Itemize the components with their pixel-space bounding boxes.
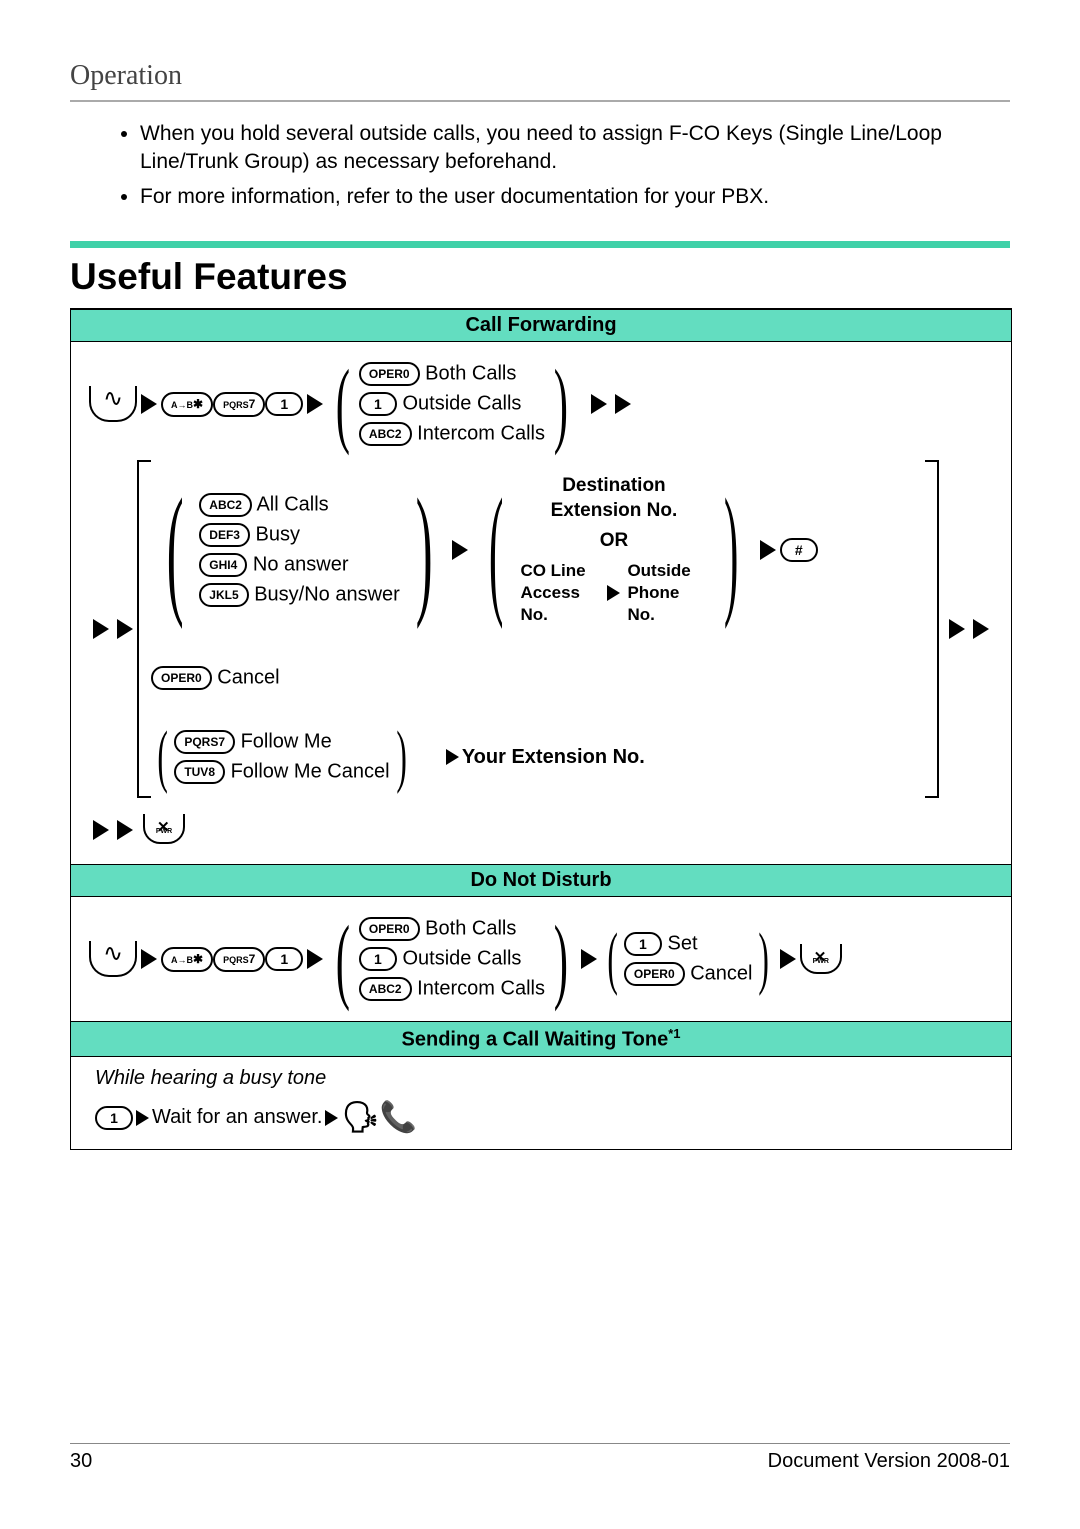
destination-block: Destination Extension No. OR CO LineAcce… (520, 474, 707, 626)
key-1: 1 (265, 392, 303, 416)
brace-right-icon: ) (554, 368, 568, 439)
arrow-icon (141, 949, 157, 969)
key-0: OPER0 (151, 666, 212, 690)
arrow-icon (780, 949, 796, 969)
key-0: OPER0 (359, 917, 420, 941)
arrow-icon (141, 394, 157, 414)
brace-left-icon: ( (336, 368, 350, 439)
cwt-body: While hearing a busy tone 1 Wait for an … (71, 1057, 1011, 1149)
power-icon: PWR (800, 944, 842, 974)
arrow-icon (973, 619, 989, 639)
arrow-icon (607, 585, 620, 601)
intro-list: When you hold several outside calls, you… (100, 120, 1010, 211)
arrow-icon (325, 1110, 338, 1126)
arrow-icon (307, 949, 323, 969)
key-5: JKL5 (199, 583, 248, 607)
call-forwarding-header: Call Forwarding (71, 309, 1011, 342)
brace-left-icon: ( (336, 924, 350, 995)
section-divider (70, 241, 1010, 248)
opt-label: Follow Me Cancel (231, 761, 390, 783)
arrow-icon (760, 540, 776, 560)
brace-right-icon: ) (759, 933, 769, 986)
opt-label: Outside Calls (402, 392, 521, 414)
arrow-icon (117, 619, 133, 639)
key-hash: # (780, 538, 818, 562)
brace-left-icon: ( (167, 492, 184, 608)
brace-right-icon: ) (416, 492, 433, 608)
your-extension-label: Your Extension No. (462, 746, 645, 769)
arrow-icon (581, 949, 597, 969)
arrow-icon (591, 394, 607, 414)
arrow-icon (136, 1110, 149, 1126)
cwt-condition: While hearing a busy tone (95, 1067, 993, 1090)
brace-left-icon: ( (607, 933, 617, 986)
footnote-ref: *1 (668, 1026, 680, 1041)
arrow-icon (446, 749, 459, 765)
dnd-body: A→B✱PQRS71 ( OPER0 Both Calls 1 Outside … (71, 897, 1011, 1021)
opt-label: Both Calls (425, 918, 516, 940)
key-2: ABC2 (359, 977, 412, 1001)
features-table: Call Forwarding A→B✱PQRS71 ( OPER0 Both … (70, 308, 1012, 1150)
opt-label: All Calls (256, 493, 328, 515)
arrow-icon (117, 820, 133, 840)
opt-label: Intercom Calls (417, 978, 545, 1000)
key-star: A→B✱ (161, 392, 213, 417)
right-bracket-icon (925, 460, 939, 798)
intro-bullet: For more information, refer to the user … (140, 183, 1010, 211)
dnd-header: Do Not Disturb (71, 864, 1011, 897)
arrow-icon (615, 394, 631, 414)
page-footer: 30 Document Version 2008-01 (70, 1443, 1010, 1473)
brace-right-icon: ) (554, 924, 568, 995)
useful-features-heading: Useful Features (70, 256, 1010, 298)
key-0: OPER0 (624, 962, 685, 986)
key-3: DEF3 (199, 523, 250, 547)
page-header: Operation (70, 60, 1010, 102)
brace-right-icon: ) (724, 492, 738, 608)
key-1: 1 (359, 947, 397, 971)
left-bracket-icon (137, 460, 151, 798)
arrow-icon (307, 394, 323, 414)
brace-left-icon: ( (489, 492, 503, 608)
opt-label: Cancel (690, 963, 752, 985)
arrow-icon (949, 619, 965, 639)
key-7: PQRS7 (174, 730, 235, 754)
opt-label: Intercom Calls (417, 422, 545, 444)
key-8: TUV8 (174, 760, 225, 784)
opt-label: Busy/No answer (254, 583, 400, 605)
arrow-icon (452, 540, 468, 560)
intro-bullet: When you hold several outside calls, you… (140, 120, 1010, 177)
key-0: OPER0 (359, 362, 420, 386)
opt-label: Set (667, 933, 697, 955)
wait-label: Wait for an answer. (152, 1106, 322, 1129)
talk-icon: 🗣📞 (341, 1100, 416, 1135)
opt-label: Both Calls (425, 362, 516, 384)
doc-version: Document Version 2008-01 (768, 1450, 1010, 1473)
key-star: A→B✱ (161, 947, 213, 972)
opt-label: Follow Me (241, 731, 332, 753)
brace-left-icon: ( (157, 731, 167, 784)
call-forwarding-body: A→B✱PQRS71 ( OPER0 Both Calls 1 Outside … (71, 342, 1011, 864)
opt-label: Outside Calls (402, 948, 521, 970)
key-2: ABC2 (199, 493, 252, 517)
key-1: 1 (265, 947, 303, 971)
opt-label: No answer (253, 553, 349, 575)
offhook-icon (89, 386, 137, 422)
offhook-icon (89, 941, 137, 977)
power-icon: PWR (143, 814, 185, 844)
arrow-icon (93, 619, 109, 639)
key-7: PQRS7 (213, 392, 265, 417)
brace-right-icon: ) (396, 731, 406, 784)
key-4: GHI4 (199, 553, 247, 577)
opt-label: Busy (256, 523, 300, 545)
opt-label: Cancel (217, 667, 279, 689)
key-1: 1 (624, 932, 662, 956)
key-1: 1 (359, 392, 397, 416)
arrow-icon (93, 820, 109, 840)
key-1: 1 (95, 1106, 133, 1130)
key-7: PQRS7 (213, 947, 265, 972)
page-number: 30 (70, 1450, 92, 1473)
key-2: ABC2 (359, 422, 412, 446)
cwt-header: Sending a Call Waiting Tone*1 (71, 1021, 1011, 1057)
